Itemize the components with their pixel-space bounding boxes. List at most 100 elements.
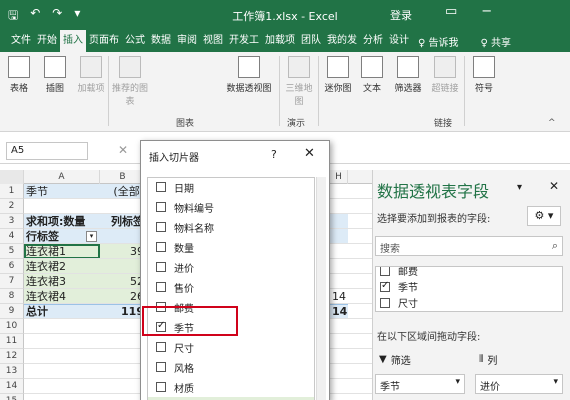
cell-a1[interactable]: 季节 xyxy=(24,184,100,199)
row-header[interactable]: 9 xyxy=(0,304,24,319)
table-button[interactable]: 表格 xyxy=(2,56,36,94)
slicer-field-item[interactable]: 数量 xyxy=(148,237,314,257)
tell-me-search[interactable]: ♀ 告诉我 xyxy=(418,34,459,49)
row-header[interactable]: 3 xyxy=(0,214,24,229)
row-header[interactable]: 4 xyxy=(0,229,24,244)
checkbox[interactable] xyxy=(156,242,166,252)
filters-button[interactable]: 筛选器 xyxy=(389,56,427,94)
tab-2[interactable]: 插入 xyxy=(60,30,86,52)
slicer-field-item[interactable]: 进价 xyxy=(148,257,314,277)
row-header[interactable]: 15 xyxy=(0,394,24,400)
cell-a8[interactable]: 连衣裙4 xyxy=(24,289,100,304)
tab-3[interactable]: 页面布 xyxy=(86,30,122,52)
field-search-input[interactable]: 搜索 ⌕ xyxy=(375,236,563,256)
help-icon[interactable]: ? xyxy=(271,148,277,161)
checkbox[interactable] xyxy=(380,267,390,276)
tab-10[interactable]: 团队 xyxy=(298,30,324,52)
collapse-ribbon-icon[interactable]: ^ xyxy=(548,118,556,128)
checkbox[interactable] xyxy=(156,362,166,372)
cell-a7[interactable]: 连衣裙3 xyxy=(24,274,100,289)
slicer-field-item[interactable]: 尺寸 xyxy=(148,337,314,357)
select-all-corner[interactable] xyxy=(0,170,24,184)
tab-0[interactable]: 文件 xyxy=(8,30,34,52)
recommended-charts-button[interactable]: 推荐的图表 xyxy=(110,56,150,107)
filter-area-item[interactable]: 季节 ▾ xyxy=(375,374,465,394)
cell-a9[interactable]: 总计 xyxy=(24,304,100,319)
tab-9[interactable]: 加载项 xyxy=(262,30,298,52)
illustrations-button[interactable]: 插图 xyxy=(38,56,72,94)
row-header[interactable]: 10 xyxy=(0,319,24,334)
symbols-button[interactable]: 符号 xyxy=(467,56,501,94)
cell-a5[interactable]: 连衣裙1 xyxy=(24,244,100,259)
checkbox[interactable] xyxy=(156,262,166,272)
tools-gear-button[interactable]: ⚙ ▾ xyxy=(527,206,561,226)
pane-options-icon[interactable]: ▾ xyxy=(517,182,522,193)
cell-a6[interactable]: 连衣裙2 xyxy=(24,259,100,274)
tab-5[interactable]: 数据 xyxy=(148,30,174,52)
checkbox[interactable] xyxy=(156,282,166,292)
pane-field-item[interactable]: 邮费 xyxy=(380,267,418,278)
slicer-field-item[interactable]: 风格 xyxy=(148,357,314,377)
add-ins-button[interactable]: 加载项 xyxy=(74,56,108,94)
text-button[interactable]: 文本 xyxy=(355,56,389,94)
share-button[interactable]: ♀ 共享 xyxy=(481,34,512,49)
cell-a4[interactable]: 行标签 xyxy=(24,229,100,244)
checkbox[interactable] xyxy=(156,342,166,352)
cell-h9[interactable]: 14 xyxy=(330,304,348,319)
tab-11[interactable]: 我的发 xyxy=(324,30,360,52)
row-header[interactable]: 8 xyxy=(0,289,24,304)
pivot-chart-button[interactable]: 数据透视图 xyxy=(222,56,276,94)
sparkline-button[interactable]: 迷你图 xyxy=(321,56,355,94)
checkbox[interactable] xyxy=(380,280,390,292)
dialog-scrollbar[interactable] xyxy=(316,177,326,400)
pane-field-list[interactable]: 邮费 季节 尺寸 xyxy=(375,266,563,312)
row-header[interactable]: 2 xyxy=(0,199,24,214)
pivot-field-pane: 数据透视表字段 ▾ ✕ 选择要添加到报表的字段: ⚙ ▾ 搜索⌕ 邮费 季节 尺… xyxy=(372,170,570,400)
pane-close-icon[interactable]: ✕ xyxy=(549,179,559,193)
column-area-item[interactable]: 进价 ▾ xyxy=(475,374,563,394)
column-header-h[interactable]: H xyxy=(330,170,348,184)
checkbox[interactable] xyxy=(156,202,166,212)
checkbox[interactable] xyxy=(156,182,166,192)
row-header[interactable]: 6 xyxy=(0,259,24,274)
3d-map-button[interactable]: 三维地图 xyxy=(282,56,316,107)
ribbon-display-icon[interactable]: ▭ xyxy=(445,4,457,19)
row-header[interactable]: 1 xyxy=(0,184,24,199)
name-box[interactable]: A5 xyxy=(6,142,88,160)
slicer-field-list[interactable]: 日期物料编号物料名称数量进价售价邮费季节尺寸风格材质颜色 xyxy=(147,177,315,400)
hyperlink-button[interactable]: 超链接 xyxy=(428,56,462,94)
pane-field-item[interactable]: 季节 xyxy=(380,279,418,294)
tab-6[interactable]: 审阅 xyxy=(174,30,200,52)
tab-12[interactable]: 分析 xyxy=(360,30,386,52)
group-separator xyxy=(464,56,465,126)
tab-8[interactable]: 开发工 xyxy=(226,30,262,52)
slicer-field-item[interactable]: 售价 xyxy=(148,277,314,297)
column-header-a[interactable]: A xyxy=(24,170,100,184)
row-header[interactable]: 13 xyxy=(0,364,24,379)
row-header[interactable]: 7 xyxy=(0,274,24,289)
row-header[interactable]: 14 xyxy=(0,379,24,394)
dropdown-icon[interactable]: ▾ xyxy=(553,377,558,387)
close-icon[interactable]: ✕ xyxy=(304,146,315,161)
checkbox[interactable] xyxy=(156,382,166,392)
cell-a3[interactable]: 求和项:数量 xyxy=(24,214,100,229)
cancel-formula-icon[interactable]: ✕ xyxy=(118,143,128,157)
tab-7[interactable]: 视图 xyxy=(200,30,226,52)
pane-field-item[interactable]: 尺寸 xyxy=(380,295,418,310)
dropdown-icon[interactable]: ▾ xyxy=(455,377,460,387)
cell-h8[interactable]: 14 xyxy=(330,289,348,304)
row-header[interactable]: 12 xyxy=(0,349,24,364)
minimize-icon[interactable]: − xyxy=(481,4,492,19)
checkbox[interactable] xyxy=(156,222,166,232)
tab-1[interactable]: 开始 xyxy=(34,30,60,52)
row-header[interactable]: 5 xyxy=(0,244,24,259)
checkbox[interactable] xyxy=(380,297,390,308)
login-link[interactable]: 登录 xyxy=(390,7,412,23)
tab-13[interactable]: 设计 xyxy=(386,30,412,52)
slicer-field-item[interactable]: 物料编号 xyxy=(148,197,314,217)
slicer-field-item[interactable]: 材质 xyxy=(148,377,314,397)
slicer-field-item[interactable]: 物料名称 xyxy=(148,217,314,237)
tab-4[interactable]: 公式 xyxy=(122,30,148,52)
row-header[interactable]: 11 xyxy=(0,334,24,349)
slicer-field-item[interactable]: 日期 xyxy=(148,178,314,197)
